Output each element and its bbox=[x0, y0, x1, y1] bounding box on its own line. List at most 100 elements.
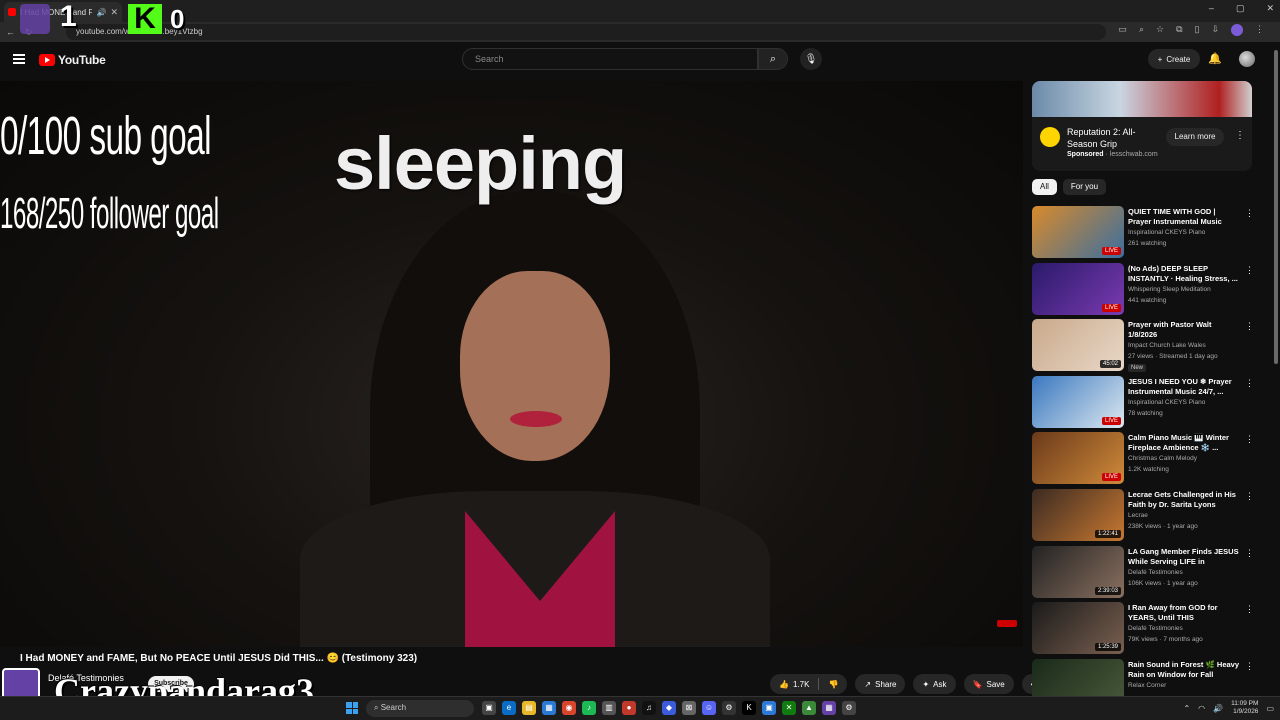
close-tab-icon[interactable]: ✕ bbox=[110, 7, 118, 18]
spotify-icon[interactable]: ♪ bbox=[582, 701, 596, 715]
search-button[interactable]: ⌕ bbox=[758, 48, 788, 70]
recommendation-channel[interactable]: Inspirational CKEYS Piano bbox=[1128, 229, 1240, 236]
recommendation-channel[interactable]: Christmas Calm Melody bbox=[1128, 455, 1240, 462]
dislike-button[interactable]: 👎 bbox=[819, 674, 847, 694]
app-icon[interactable]: ◆ bbox=[662, 701, 676, 715]
task-view-icon[interactable]: ▣ bbox=[482, 701, 496, 715]
recommendation-item[interactable]: 1:25:39 I Ran Away from GOD for YEARS, Un… bbox=[1032, 602, 1258, 659]
more-vertical-icon[interactable]: ⋮ bbox=[1245, 661, 1254, 672]
more-vertical-icon[interactable]: ⋮ bbox=[1245, 548, 1254, 559]
xbox-icon[interactable]: ✕ bbox=[782, 701, 796, 715]
account-avatar[interactable] bbox=[1239, 51, 1255, 67]
tray-chevron-icon[interactable]: ⌃ bbox=[1183, 704, 1190, 713]
chip-all[interactable]: All bbox=[1032, 179, 1057, 195]
more-vertical-icon[interactable]: ⋮ bbox=[1245, 321, 1254, 332]
more-vertical-icon[interactable]: ⋮ bbox=[1245, 208, 1254, 219]
profile-avatar[interactable] bbox=[1231, 24, 1243, 36]
recommendation-title[interactable]: Prayer with Pastor Walt 1/8/2026 bbox=[1128, 320, 1240, 340]
notifications-bell-icon[interactable]: 🔔 bbox=[1208, 52, 1222, 65]
recommendation-item[interactable]: 1:22:41 Lecrae Gets Challenged in His Fai… bbox=[1032, 488, 1258, 546]
notifications-icon[interactable]: ▭ bbox=[1266, 704, 1274, 713]
video-thumbnail[interactable]: LIVE bbox=[1032, 375, 1124, 428]
more-vertical-icon[interactable]: ⋮ bbox=[1245, 491, 1254, 502]
recommendation-title[interactable]: I Ran Away from GOD for YEARS, Until THI… bbox=[1128, 603, 1240, 623]
recommendation-item[interactable]: LIVE (No Ads) DEEP SLEEP INSTANTLY · Heal… bbox=[1032, 262, 1258, 320]
discord-icon[interactable]: ☺ bbox=[702, 701, 716, 715]
recommendation-title[interactable]: QUIET TIME WITH GOD | Prayer Instrumenta… bbox=[1128, 207, 1240, 227]
recommendation-title[interactable]: Lecrae Gets Challenged in His Faith by D… bbox=[1128, 490, 1240, 510]
video-player[interactable]: 0/100 sub goal 168/250 follower goal sle… bbox=[0, 81, 1023, 647]
maximize-icon[interactable]: ▢ bbox=[1236, 3, 1245, 14]
obs-icon[interactable]: ● bbox=[622, 701, 636, 715]
cast-icon[interactable]: ▭ bbox=[1118, 24, 1127, 36]
more-vertical-icon[interactable]: ⋮ bbox=[1245, 378, 1254, 389]
more-vertical-icon[interactable]: ⋮ bbox=[1245, 434, 1254, 445]
recommendation-channel[interactable]: Inspirational CKEYS Piano bbox=[1128, 399, 1240, 406]
share-button[interactable]: ↗ Share bbox=[855, 674, 906, 694]
sponsored-ad[interactable]: Reputation 2: All-Season Grip Sponsored … bbox=[1032, 81, 1252, 171]
kick-app-icon[interactable]: K bbox=[742, 701, 756, 715]
hamburger-menu-icon[interactable] bbox=[13, 54, 25, 64]
create-button[interactable]: + Create bbox=[1148, 49, 1200, 69]
taskbar-search[interactable]: ⌕ Search bbox=[366, 700, 474, 717]
video-thumbnail[interactable]: LIVE bbox=[1032, 432, 1124, 485]
recommendation-item[interactable]: LIVE Calm Piano Music 🎹 Winter Fireplace … bbox=[1032, 432, 1258, 489]
recommendation-item[interactable]: 45:02 Prayer with Pastor Walt 1/8/2026 Imp… bbox=[1032, 319, 1258, 376]
recommendation-channel[interactable]: Relax Corner bbox=[1128, 682, 1240, 689]
tiktok-icon[interactable]: ♫ bbox=[642, 701, 656, 715]
ask-button[interactable]: ✦ Ask bbox=[913, 674, 956, 694]
sidebar-icon[interactable]: ▯ bbox=[1195, 24, 1200, 36]
search-input[interactable]: Search bbox=[462, 48, 758, 70]
browser-menu-icon[interactable]: ⋮ bbox=[1255, 24, 1264, 36]
recommendation-item[interactable]: LIVE QUIET TIME WITH GOD | Prayer Instrum… bbox=[1032, 206, 1258, 263]
scrollbar[interactable] bbox=[1272, 46, 1280, 366]
ad-more-icon[interactable]: ⋮ bbox=[1235, 130, 1245, 141]
recommendation-channel[interactable]: Delafé Testimonies bbox=[1128, 625, 1240, 632]
close-window-icon[interactable]: ✕ bbox=[1266, 3, 1274, 14]
extensions-icon[interactable]: ⧉ bbox=[1176, 24, 1182, 36]
windows-start-icon[interactable] bbox=[346, 702, 358, 714]
video-thumbnail[interactable]: 45:02 bbox=[1032, 319, 1124, 372]
audio-icon[interactable]: 🔊 bbox=[96, 8, 106, 17]
chrome-icon[interactable]: ◉ bbox=[562, 701, 576, 715]
recommendation-item[interactable]: LIVE JESUS I NEED YOU ❄ Prayer Instrument… bbox=[1032, 375, 1258, 433]
address-bar[interactable]: youtube.com/watch?v=...bey1Vtzbg bbox=[66, 24, 1106, 40]
recommendation-channel[interactable]: Lecrae bbox=[1128, 512, 1240, 519]
recommendation-item[interactable]: 2:39:03 LA Gang Member Finds JESUS While … bbox=[1032, 545, 1258, 603]
back-icon[interactable]: ← bbox=[6, 27, 15, 37]
store-icon[interactable]: ▦ bbox=[542, 701, 556, 715]
recommendation-channel[interactable]: Delafé Testimonies bbox=[1128, 569, 1240, 576]
video-thumbnail[interactable]: LIVE bbox=[1032, 206, 1124, 258]
settings-icon[interactable]: ⚙ bbox=[842, 701, 856, 715]
twitch-app-icon[interactable]: ▦ bbox=[822, 701, 836, 715]
recommendation-channel[interactable]: Whispering Sleep Meditation bbox=[1128, 286, 1240, 293]
video-thumbnail[interactable]: LIVE bbox=[1032, 262, 1124, 315]
video-thumbnail[interactable]: 2:39:03 bbox=[1032, 545, 1124, 598]
zoom-icon[interactable]: ⌕ bbox=[1139, 24, 1144, 36]
recommendation-title[interactable]: (No Ads) DEEP SLEEP INSTANTLY · Healing … bbox=[1128, 264, 1240, 284]
volume-icon[interactable]: 🔊 bbox=[1213, 704, 1223, 713]
recommendation-title[interactable]: JESUS I NEED YOU ❄ Prayer Instrumental M… bbox=[1128, 377, 1240, 397]
minimize-icon[interactable]: – bbox=[1209, 3, 1214, 14]
video-thumbnail[interactable]: 1:22:41 bbox=[1032, 488, 1124, 541]
steam-icon[interactable]: ⚙ bbox=[722, 701, 736, 715]
recommendation-title[interactable]: Calm Piano Music 🎹 Winter Fireplace Ambi… bbox=[1128, 433, 1240, 453]
chip-for-you[interactable]: For you bbox=[1062, 179, 1107, 195]
bookmark-star-icon[interactable]: ☆ bbox=[1156, 24, 1164, 36]
network-icon[interactable]: ◠ bbox=[1198, 704, 1205, 713]
capture-icon[interactable]: ⊠ bbox=[682, 701, 696, 715]
learn-more-button[interactable]: Learn more bbox=[1166, 128, 1224, 146]
game-icon[interactable]: ▲ bbox=[802, 701, 816, 715]
recommendation-title[interactable]: LA Gang Member Finds JESUS While Serving… bbox=[1128, 547, 1240, 567]
more-vertical-icon[interactable]: ⋮ bbox=[1245, 604, 1254, 615]
edge-icon[interactable]: e bbox=[502, 701, 516, 715]
like-button[interactable]: 👍 1.7K bbox=[770, 674, 818, 694]
file-explorer-icon[interactable]: ▤ bbox=[522, 701, 536, 715]
video-thumbnail[interactable]: 1:25:39 bbox=[1032, 602, 1124, 655]
calculator-icon[interactable]: ▥ bbox=[602, 701, 616, 715]
downloads-icon[interactable]: ⇩ bbox=[1211, 24, 1219, 36]
voice-search-button[interactable]: 🎙 bbox=[800, 48, 822, 70]
monitor-icon[interactable]: ▣ bbox=[762, 701, 776, 715]
clock[interactable]: 11:09 PM 1/9/2026 bbox=[1231, 700, 1258, 716]
recommendation-channel[interactable]: Impact Church Lake Wales bbox=[1128, 342, 1240, 349]
